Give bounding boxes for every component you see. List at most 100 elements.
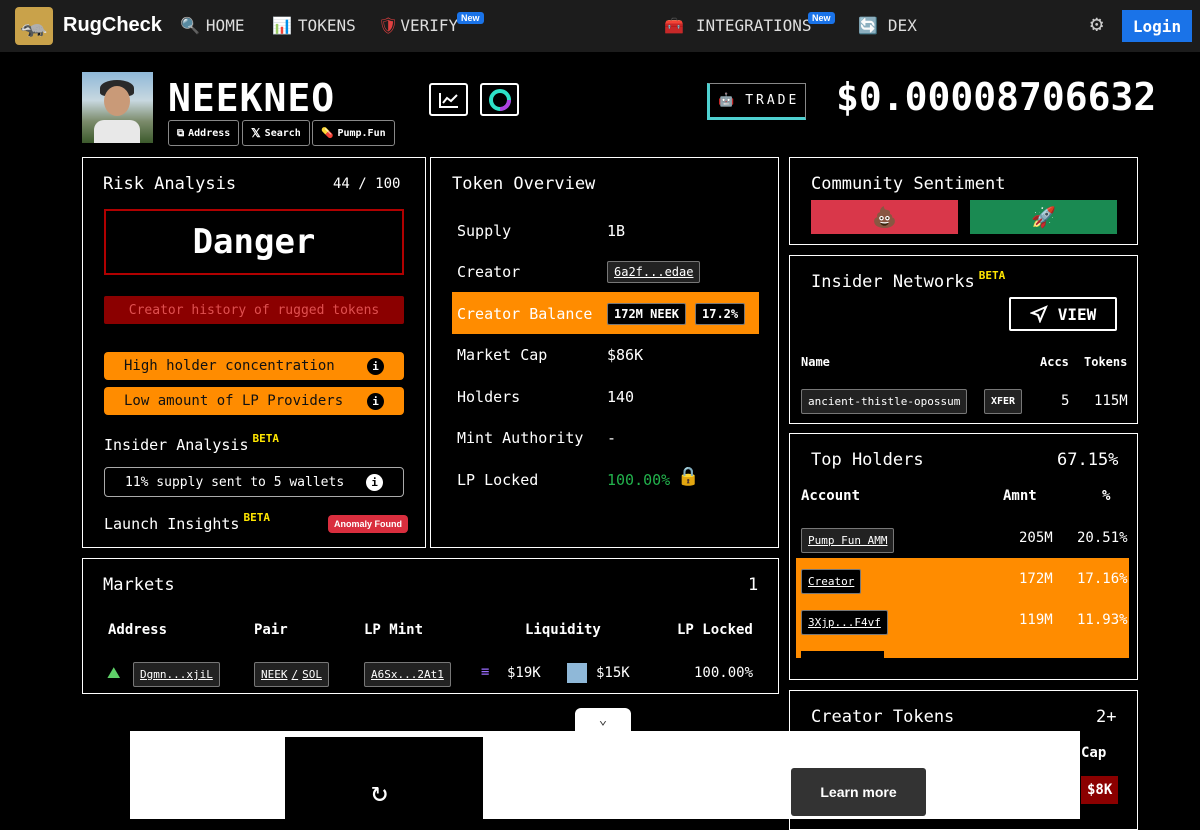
- creator-balance-pct: 17.2%: [695, 303, 746, 325]
- network-tokens: 115M: [1094, 393, 1128, 409]
- lp-locked-value: 100.00%: [607, 471, 671, 489]
- col-liquidity: Liquidity: [525, 622, 601, 638]
- risk-flag-creator-label: Creator history of rugged tokens: [128, 302, 380, 318]
- risk-flag-lp[interactable]: Low amount of LP Providers i: [104, 387, 404, 415]
- sentiment-title: Community Sentiment: [811, 174, 1006, 194]
- shield-icon: 🛡: [378, 16, 399, 35]
- new-badge: New: [808, 12, 835, 24]
- holder-account[interactable]: Creator: [801, 569, 862, 594]
- holder-account[interactable]: 3Xjp...F4vf: [801, 610, 888, 635]
- risk-title: Risk Analysis: [103, 174, 237, 194]
- view-label: VIEW: [1057, 304, 1097, 324]
- market-cap-value: $86K: [607, 346, 644, 364]
- holder-account[interactable]: Pump Fun AMM: [801, 528, 895, 553]
- new-badge: New: [457, 12, 484, 24]
- pill-icon: 💊: [321, 127, 334, 139]
- holder-pct: 20.51%: [1077, 530, 1128, 546]
- amm-icon: ⛰: [107, 663, 121, 682]
- trade-label: TRADE: [745, 93, 800, 108]
- col-accs: Accs: [1040, 355, 1069, 369]
- liquidity-b: $15K: [596, 665, 630, 681]
- col-name: Name: [801, 355, 830, 369]
- top-holders-title: Top Holders: [811, 450, 924, 470]
- address-button[interactable]: ⧉ Address: [168, 120, 240, 146]
- nav-home-label: HOME: [205, 16, 245, 35]
- nav-tokens[interactable]: 📊 TOKENS: [272, 16, 356, 35]
- col-pct: %: [1102, 488, 1111, 504]
- x-logo-icon: 𝕏: [251, 126, 261, 140]
- send-icon: [1029, 305, 1048, 323]
- beta-badge: BETA: [252, 432, 280, 445]
- learn-more-button[interactable]: Learn more: [791, 768, 926, 816]
- gear-icon[interactable]: ⚙: [1090, 12, 1103, 37]
- exchange-icon: 🔄: [858, 16, 878, 35]
- anomaly-badge[interactable]: Anomaly Found: [328, 515, 408, 533]
- risk-score: 44 / 100: [333, 176, 401, 192]
- search-x-button[interactable]: 𝕏 Search: [242, 120, 310, 146]
- bar-chart-icon: 📊: [272, 16, 292, 35]
- market-address-link[interactable]: Dgmn...xjiL: [133, 662, 220, 687]
- beta-badge: BETA: [243, 511, 270, 524]
- col-account: Account: [801, 488, 861, 504]
- nav-verify-label: VERIFY: [400, 16, 459, 35]
- pumpfun-label: Pump.Fun: [337, 127, 386, 139]
- insider-analysis-title: Insider Analysis BETA: [104, 432, 279, 454]
- nav-home[interactable]: 🔍 HOME: [180, 16, 244, 35]
- insider-networks-panel: Insider Networks BETA VIEW Name Accs Toke…: [789, 255, 1138, 424]
- risk-flag-creator[interactable]: Creator history of rugged tokens: [104, 296, 404, 324]
- creator-label: Creator: [457, 263, 521, 281]
- lp-mint-link[interactable]: A6Sx...2At1: [364, 662, 451, 687]
- nav-tokens-label: TOKENS: [297, 16, 356, 35]
- col-address: Address: [108, 622, 168, 638]
- creator-tokens-title: Creator Tokens: [811, 707, 955, 727]
- vote-rug-button[interactable]: 💩: [811, 200, 958, 234]
- token-price: $0.00008706632: [836, 75, 1157, 119]
- explorer-button[interactable]: [480, 83, 519, 116]
- col-pair: Pair: [254, 622, 288, 638]
- rugcheck-logo[interactable]: 🦡: [15, 7, 53, 45]
- info-icon[interactable]: i: [367, 392, 384, 410]
- toolbox-icon: 🧰: [664, 16, 684, 35]
- risk-flag-holder[interactable]: High holder concentration i: [104, 352, 404, 380]
- holder-account-truncated: [801, 651, 884, 659]
- col-tokens: Tokens: [1084, 355, 1128, 369]
- beta-badge: BETA: [978, 269, 1006, 282]
- nav-dex-label: DEX: [887, 16, 917, 35]
- market-pair[interactable]: NEEK / SOL: [254, 662, 329, 687]
- nav-verify[interactable]: 🛡 VERIFY: [378, 16, 458, 35]
- login-button[interactable]: Login: [1122, 10, 1192, 42]
- token-name: NEEKNEO: [168, 76, 336, 120]
- holder-pct: 17.16%: [1077, 571, 1128, 587]
- network-name[interactable]: ancient-thistle-opossum: [801, 389, 968, 414]
- community-sentiment-panel: Community Sentiment 💩 🚀: [789, 157, 1138, 245]
- ad-banner: ↻ Learn more: [130, 731, 1080, 819]
- market-lp-locked: 100.00%: [694, 665, 754, 681]
- brand-name[interactable]: RugCheck: [63, 14, 162, 37]
- token-thumb-icon: [567, 663, 587, 683]
- chart-button[interactable]: [429, 83, 468, 116]
- poop-icon: 💩: [872, 205, 897, 229]
- creator-address-link[interactable]: 6a2f...edae: [607, 261, 701, 283]
- nav-dex[interactable]: 🔄 DEX: [858, 16, 917, 35]
- lp-locked-label: LP Locked: [457, 471, 539, 489]
- top-holders-panel: Top Holders 67.15% Account Amnt % Pump F…: [789, 433, 1138, 680]
- collapse-ad-button[interactable]: ⌄: [575, 708, 631, 732]
- risk-analysis-panel: Risk Analysis 44 / 100 Danger Creator hi…: [82, 157, 426, 548]
- view-network-button[interactable]: VIEW: [1009, 297, 1117, 331]
- mint-authority-value: -: [607, 429, 617, 447]
- line-chart-icon: [438, 92, 458, 108]
- supply-value: 1B: [607, 222, 626, 240]
- risk-flag-holder-label: High holder concentration: [124, 358, 335, 374]
- replay-icon[interactable]: ↻: [371, 775, 388, 808]
- insider-note[interactable]: 11% supply sent to 5 wallets i: [104, 467, 404, 497]
- vote-good-button[interactable]: 🚀: [970, 200, 1117, 234]
- trade-button[interactable]: 🤖 TRADE: [707, 83, 806, 120]
- info-icon[interactable]: i: [367, 357, 384, 375]
- info-icon[interactable]: i: [366, 473, 383, 491]
- nav-integrations[interactable]: 🧰 INTEGRATIONS: [664, 16, 812, 35]
- pumpfun-button[interactable]: 💊 Pump.Fun: [312, 120, 395, 146]
- holder-amnt: 172M: [1019, 571, 1053, 587]
- holder-pct: 11.93%: [1077, 612, 1128, 628]
- nav-integrations-label: INTEGRATIONS: [695, 16, 812, 35]
- mint-authority-label: Mint Authority: [457, 429, 584, 447]
